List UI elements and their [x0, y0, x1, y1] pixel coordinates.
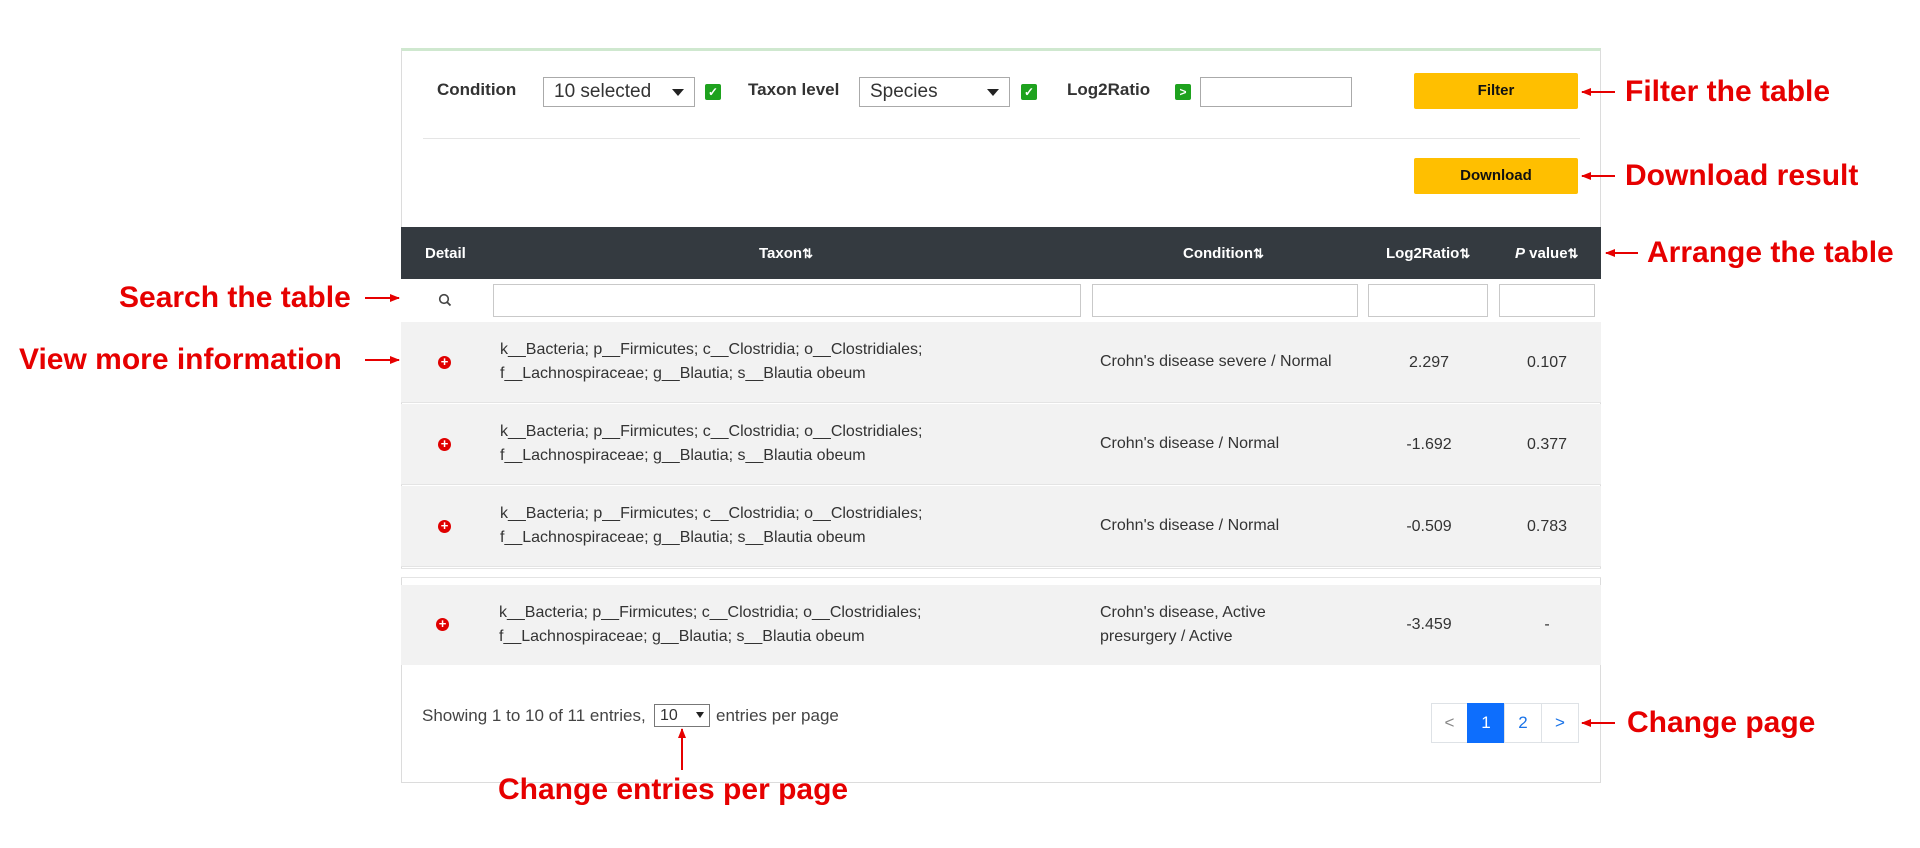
annotation-search: Search the table	[119, 281, 351, 314]
annotation-entries-per-page: Change entries per page	[498, 773, 849, 806]
annotation-filter: Filter the table	[1625, 75, 1831, 108]
annotation-change-page: Change page	[1627, 706, 1816, 739]
annotation-view-more: View more information	[19, 343, 342, 376]
annotation-arrange: Arrange the table	[1647, 236, 1894, 269]
annotation-download: Download result	[1625, 159, 1859, 192]
